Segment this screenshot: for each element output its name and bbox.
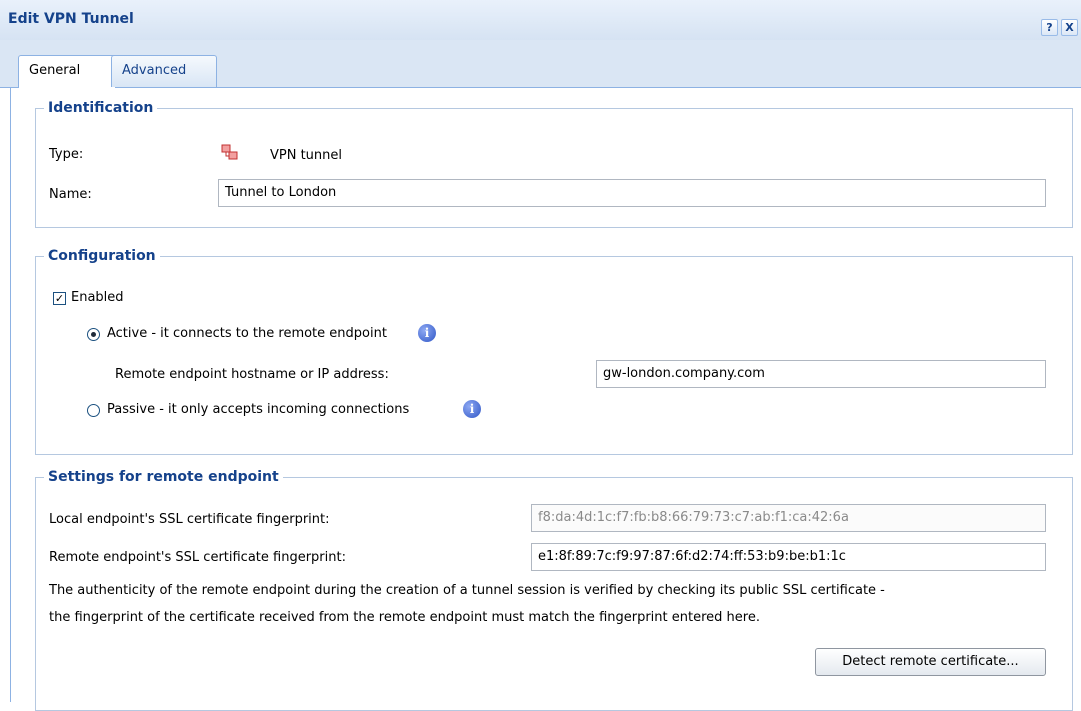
remote-settings-legend: Settings for remote endpoint [48, 469, 279, 485]
identification-group: Identification [35, 100, 1073, 228]
enabled-label: Enabled [71, 290, 124, 305]
passive-info-icon[interactable]: i [463, 400, 481, 418]
local-fingerprint-field: f8:da:4d:1c:f7:fb:b8:66:79:73:c7:ab:f1:c… [531, 504, 1046, 532]
remote-fingerprint-label: Remote endpoint's SSL certificate finger… [49, 550, 346, 565]
tab-advanced[interactable]: Advanced [111, 55, 217, 87]
description-line-1: The authenticity of the remote endpoint … [49, 583, 885, 598]
description-line-2: the fingerprint of the certificate recei… [49, 610, 760, 625]
active-label: Active - it connects to the remote endpo… [107, 326, 387, 341]
radio-selected-dot [91, 332, 96, 337]
tab-strip: General Advanced [0, 40, 1081, 88]
type-value: VPN tunnel [270, 148, 343, 163]
name-label: Name: [49, 187, 92, 202]
help-icon[interactable]: ? [1041, 19, 1058, 36]
remote-host-input[interactable]: gw-london.company.com [596, 360, 1046, 388]
active-info-icon[interactable]: i [418, 324, 436, 342]
local-fingerprint-label: Local endpoint's SSL certificate fingerp… [49, 512, 330, 527]
passive-label: Passive - it only accepts incoming conne… [107, 402, 410, 417]
passive-radio[interactable] [87, 404, 100, 417]
remote-fingerprint-input[interactable]: e1:8f:89:7c:f9:97:87:6f:d2:74:ff:53:b9:b… [531, 543, 1046, 571]
dialog-title: Edit VPN Tunnel [8, 11, 134, 27]
dialog-title-bar: Edit VPN Tunnel ? X [0, 0, 1081, 41]
configuration-group: Configuration [35, 248, 1073, 455]
close-icon[interactable]: X [1061, 19, 1078, 36]
identification-legend: Identification [48, 100, 154, 116]
tab-content-general: Identification Type: VPN tunnel Name: Tu… [10, 88, 1081, 711]
vpn-tunnel-icon [221, 144, 238, 160]
tab-general[interactable]: General [18, 55, 116, 88]
name-input[interactable]: Tunnel to London [218, 179, 1046, 207]
enabled-checkbox[interactable]: ✓ [53, 292, 66, 305]
detect-remote-certificate-button[interactable]: Detect remote certificate... [815, 648, 1046, 676]
configuration-legend: Configuration [48, 248, 156, 264]
active-radio[interactable] [87, 328, 100, 341]
remote-host-label: Remote endpoint hostname or IP address: [115, 367, 389, 382]
type-label: Type: [49, 147, 84, 162]
